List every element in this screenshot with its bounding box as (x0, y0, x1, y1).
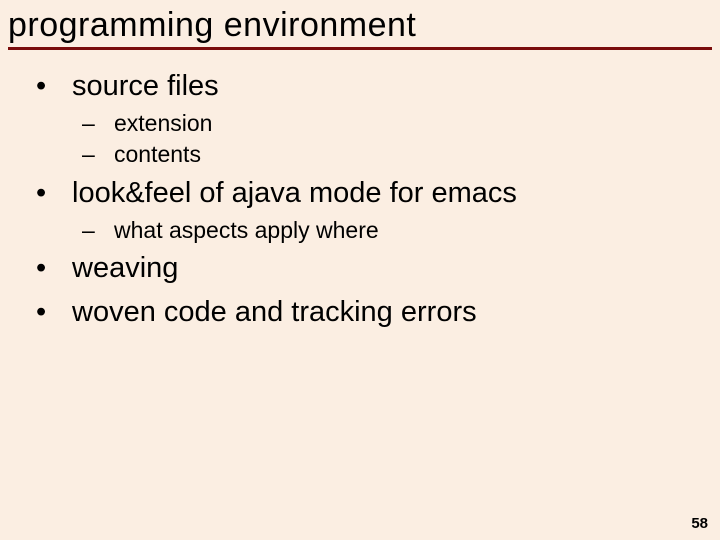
bullet-weaving: •weaving (54, 250, 706, 287)
title-underline (8, 47, 712, 50)
bullet-text: woven code and tracking errors (72, 296, 477, 328)
slide: programming environment •source files –e… (0, 0, 720, 540)
bullet-dot-icon: • (54, 250, 72, 287)
subbullet-text: what aspects apply where (114, 217, 379, 243)
subbullet-text: extension (114, 110, 212, 136)
dash-icon: – (98, 109, 114, 138)
bullet-look-and-feel: •look&feel of ajava mode for emacs (54, 175, 706, 212)
bullet-source-files: •source files (54, 68, 706, 105)
page-number: 58 (691, 515, 708, 532)
bullet-dot-icon: • (54, 175, 72, 212)
dash-icon: – (98, 216, 114, 245)
bullet-dot-icon: • (54, 68, 72, 105)
subbullet-aspects: –what aspects apply where (98, 216, 706, 245)
slide-title: programming environment (0, 0, 720, 47)
bullet-text: source files (72, 70, 219, 102)
subbullet-contents: –contents (98, 140, 706, 169)
subbullet-text: contents (114, 141, 201, 167)
bullet-dot-icon: • (54, 294, 72, 331)
subbullet-extension: –extension (98, 109, 706, 138)
dash-icon: – (98, 140, 114, 169)
bullet-text: weaving (72, 252, 178, 284)
slide-content: •source files –extension –contents •look… (0, 68, 720, 331)
bullet-woven-code: •woven code and tracking errors (54, 294, 706, 331)
bullet-text: look&feel of ajava mode for emacs (72, 177, 517, 209)
